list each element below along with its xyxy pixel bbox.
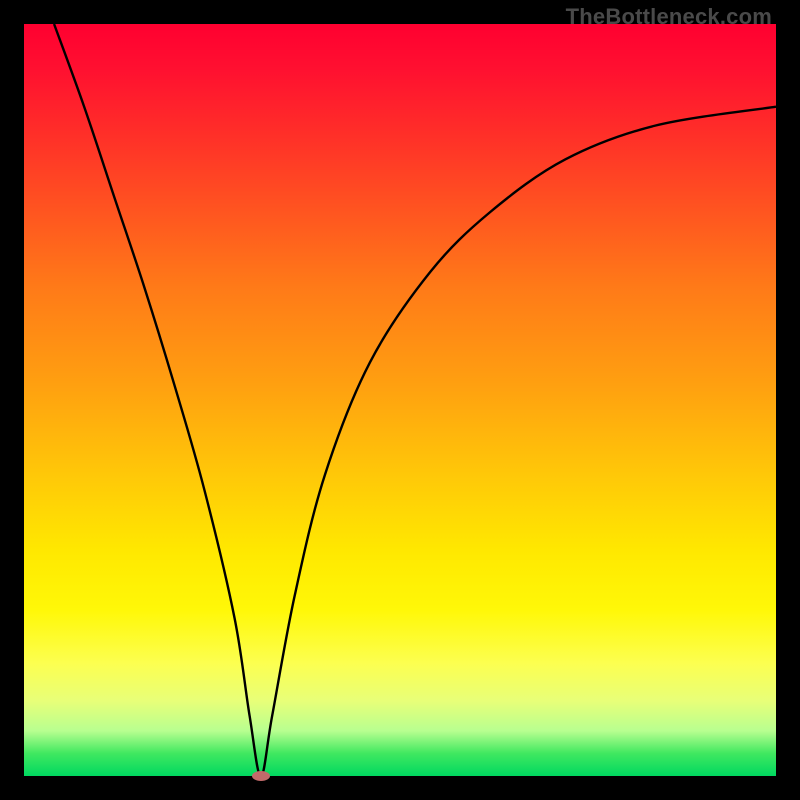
bottleneck-curve xyxy=(24,24,776,776)
chart-frame: TheBottleneck.com xyxy=(0,0,800,800)
watermark-text: TheBottleneck.com xyxy=(566,4,772,30)
plot-area xyxy=(24,24,776,776)
minimum-marker xyxy=(252,771,270,781)
